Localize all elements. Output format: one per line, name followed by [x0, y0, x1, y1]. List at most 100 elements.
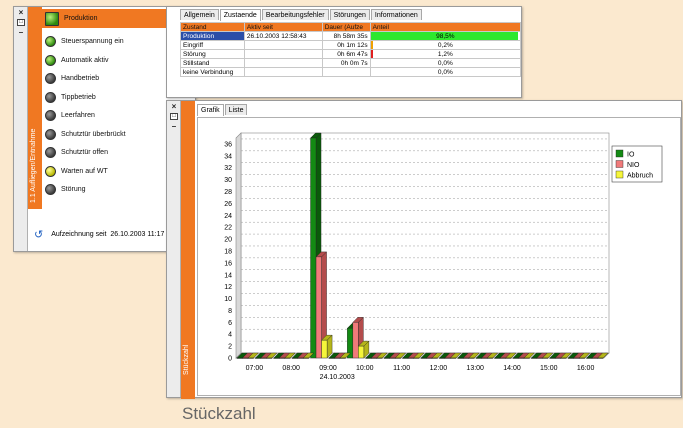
cell-dauer: 0h 1m 12s: [321, 40, 371, 50]
bar-abbruch: [339, 357, 346, 359]
status-item-label: Automatik aktiv: [61, 56, 109, 64]
gray-lamp-icon: [45, 128, 56, 140]
cell-aktiv-seit: [243, 58, 323, 68]
restore-icon[interactable]: □: [17, 19, 25, 26]
minimize-icon[interactable]: –: [169, 122, 179, 131]
table-row[interactable]: Produktion 26.10.2003 12:58:43 8h 58m 35s 9…: [180, 31, 522, 41]
share-value: 1,2%: [437, 50, 453, 58]
chart-window-controls: × □ –: [167, 101, 181, 397]
y-tick-label: 2: [228, 344, 232, 351]
y-tick-label: 18: [224, 248, 232, 255]
states-table-header: Zustand Aktiv seit Dauer (Aufze Anteil: [180, 22, 522, 32]
x-tick-label: 12:00: [430, 365, 448, 372]
col-zustand[interactable]: Zustand: [180, 22, 245, 32]
cell-anteil: 0,0%: [369, 67, 522, 77]
tab-0[interactable]: Allgemein: [180, 9, 219, 20]
bar-io: [328, 357, 335, 359]
bar-nio: [426, 357, 433, 359]
chart-frame: 0 2 4 6 8 10 12 14 16 18 20 22 24 26 28 30 32 34 36 07:00 08…: [197, 117, 681, 396]
cell-dauer: 8h 58m 35s: [321, 31, 371, 41]
col-anteil[interactable]: Anteil: [369, 22, 522, 32]
bar-abbruch: [413, 357, 420, 359]
chart-tab-1[interactable]: Liste: [224, 104, 248, 115]
col-dauer[interactable]: Dauer (Aufze: [321, 22, 371, 32]
refresh-icon[interactable]: ↺: [34, 228, 43, 241]
y-tick-label: 28: [224, 189, 232, 196]
states-window: Allgemein Zustaende Bearbeitungsfehler Stör…: [166, 6, 522, 98]
status-item-label: Schutztür offen: [61, 149, 108, 156]
bar-abbruch: [321, 339, 328, 359]
x-tick-label: 14:00: [503, 365, 521, 372]
table-row[interactable]: Eingriff 0h 1m 12s 0,2%: [180, 40, 522, 50]
y-tick-label: 6: [228, 320, 232, 327]
legend-swatch: [615, 160, 624, 168]
table-row[interactable]: keine Verbindung 0,0%: [180, 67, 522, 77]
cell-anteil: 0,2%: [369, 40, 522, 50]
gray-lamp-icon: [45, 73, 56, 84]
recording-label: Aufzeichnung seit: [51, 230, 107, 238]
window-controls: × □ –: [14, 7, 28, 251]
chart-side-strip: Stückzahl: [181, 101, 195, 399]
bar-abbruch: [302, 357, 309, 359]
chart-back-wall: [240, 132, 610, 354]
bar-nio: [481, 357, 488, 359]
tab-4[interactable]: Informationen: [370, 9, 422, 20]
bar-nio: [260, 357, 267, 359]
production-lamp-icon: [45, 11, 59, 26]
status-item-label: Tippbetrieb: [61, 93, 96, 101]
tab-3[interactable]: Störungen: [329, 9, 370, 20]
table-row[interactable]: Störung 0h 6m 47s 1,2%: [180, 49, 522, 59]
status-item-label: Handbetrieb: [61, 75, 100, 82]
bar-abbruch: [560, 357, 567, 359]
bar-io: [365, 357, 372, 359]
cell-dauer: [321, 67, 371, 77]
y-tick-label: 20: [224, 237, 232, 244]
x-tick-label: 08:00: [282, 365, 300, 372]
cell-aktiv-seit: 26.10.2003 12:58:43: [243, 31, 323, 41]
bar-abbruch: [376, 357, 383, 359]
bar-io: [255, 357, 262, 359]
legend-label: IO: [627, 152, 635, 159]
y-tick-label: 12: [224, 284, 232, 291]
states-table: Zustand Aktiv seit Dauer (Aufze Anteil P…: [180, 22, 522, 77]
y-tick-label: 24: [224, 213, 232, 220]
states-table-body: Produktion 26.10.2003 12:58:43 8h 58m 35s 9…: [180, 31, 522, 77]
gray-lamp-icon: [45, 110, 56, 121]
x-date-label: 24.10.2003: [320, 374, 355, 381]
chart-window: × □ – Stückzahl Grafik Liste 0 2 4 6 8 10 12 14 1…: [166, 100, 682, 399]
bar-abbruch: [394, 357, 401, 359]
cell-zustand: Stillstand: [180, 58, 245, 68]
minimize-icon[interactable]: –: [16, 28, 26, 37]
bar-io: [567, 357, 574, 359]
bar-nio: [499, 357, 506, 359]
x-tick-label: 10:00: [356, 365, 374, 372]
bar-io: [586, 357, 593, 359]
col-aktiv-seit[interactable]: Aktiv seit: [243, 22, 323, 32]
bar-nio: [352, 322, 359, 359]
bar-nio: [242, 357, 249, 359]
x-tick-label: 13:00: [466, 365, 484, 372]
table-row[interactable]: Stillstand 0h 0m 7s 0,0%: [180, 58, 522, 68]
gray-lamp-icon: [45, 184, 56, 195]
close-icon[interactable]: ×: [169, 102, 179, 111]
y-tick-label: 36: [224, 141, 232, 148]
bar-io: [494, 357, 501, 359]
legend-label: Abbruch: [627, 173, 653, 180]
cell-anteil: 98,5%: [369, 31, 522, 41]
y-tick-label: 14: [224, 272, 232, 279]
bar-abbruch: [578, 357, 585, 359]
y-tick-label: 0: [228, 356, 232, 363]
tab-1[interactable]: Zustaende: [219, 9, 261, 21]
bar-io: [457, 357, 464, 359]
chart-tab-0[interactable]: Grafik: [197, 104, 224, 116]
tab-2[interactable]: Bearbeitungsfehler: [261, 9, 329, 20]
bar-nio: [555, 357, 561, 359]
bar-abbruch: [450, 357, 457, 359]
close-icon[interactable]: ×: [16, 8, 26, 17]
bar-abbruch: [486, 357, 493, 359]
bar-nio: [444, 357, 451, 359]
gray-lamp-icon: [45, 147, 56, 158]
x-tick-label: 16:00: [577, 365, 595, 372]
restore-icon[interactable]: □: [170, 113, 178, 120]
bar-nio: [407, 357, 414, 359]
